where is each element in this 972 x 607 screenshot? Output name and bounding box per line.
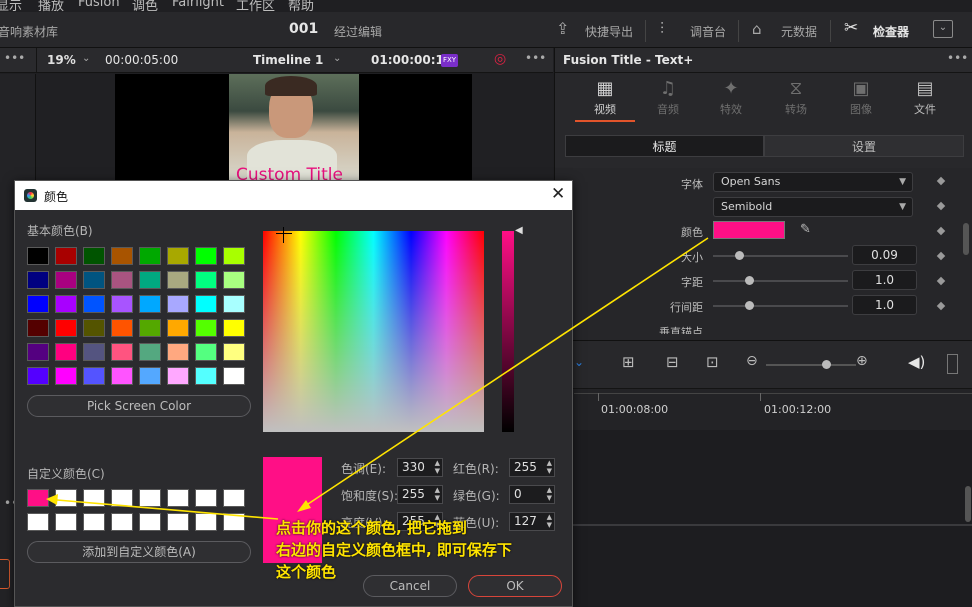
annotation-line: 右边的自定义颜色框中, 即可保存下 [276, 541, 512, 559]
annotation-arrowhead [297, 500, 311, 512]
annotation-text: 点击你的这个颜色, 把它拖到 右边的自定义颜色框中, 即可保存下 这个颜色 [276, 517, 566, 583]
annotation-arrowhead [46, 494, 58, 505]
annotation-arrow-line [56, 499, 279, 520]
annotation-arrows [46, 237, 709, 520]
annotation-arrow-line [304, 237, 709, 507]
annotation-line: 点击你的这个颜色, 把它拖到 [276, 519, 467, 537]
annotation-line: 这个颜色 [276, 563, 337, 581]
